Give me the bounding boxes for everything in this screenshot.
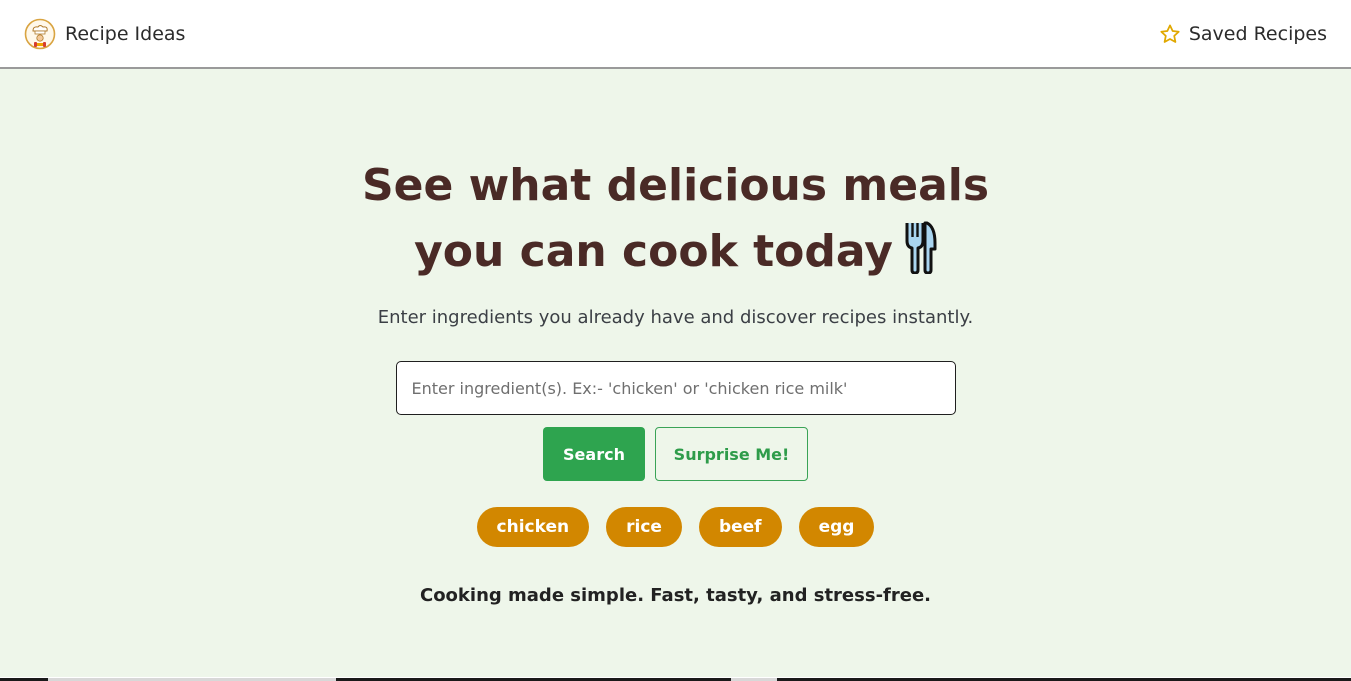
chip-egg[interactable]: egg [798,507,875,547]
ingredient-search-input[interactable] [395,361,956,415]
headline-line-2: you can cook today [414,226,893,277]
chip-rice[interactable]: rice [606,507,682,547]
headline-line-2-wrap: you can cook today [326,219,1026,285]
chip-beef[interactable]: beef [698,507,782,547]
hero-section: See what delicious meals you can cook to… [0,71,1351,677]
action-buttons: Search Surprise Me! [543,427,808,481]
subheading: Enter ingredients you already have and d… [377,307,974,328]
ingredient-chips: chicken rice beef egg [476,507,875,547]
surprise-me-button[interactable]: Surprise Me! [655,427,808,481]
brand-link[interactable]: Recipe Ideas [24,18,185,50]
headline-line-1: See what delicious meals [361,160,990,211]
chef-logo-icon [24,18,56,50]
saved-recipes-link[interactable]: Saved Recipes [1159,23,1327,45]
tagline: Cooking made simple. Fast, tasty, and st… [419,585,931,606]
navbar: Recipe Ideas Saved Recipes [0,0,1351,69]
bottom-edge [0,677,1351,681]
search-button[interactable]: Search [543,427,645,481]
saved-recipes-label: Saved Recipes [1188,22,1327,45]
fork-knife-icon [903,220,937,275]
brand-name: Recipe Ideas [65,22,186,45]
page-title: See what delicious meals you can cook to… [326,153,1026,285]
chip-chicken[interactable]: chicken [476,507,590,547]
star-icon [1159,23,1181,45]
